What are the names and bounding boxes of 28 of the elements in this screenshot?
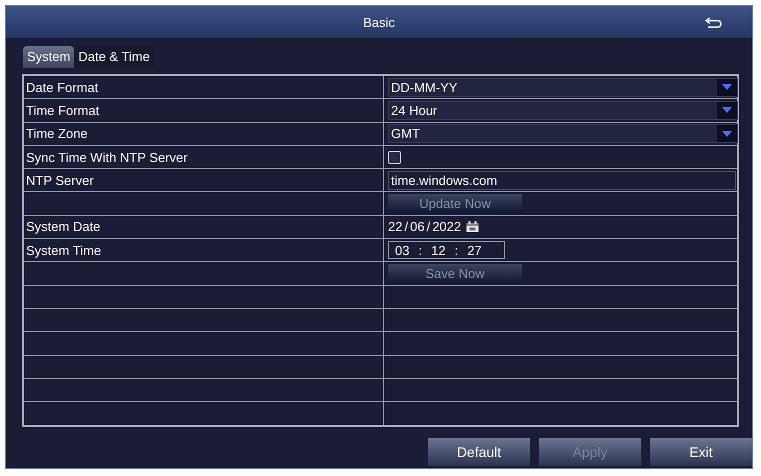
- setting-label: System Date: [26, 219, 100, 234]
- dropdown-arrow-icon: [722, 130, 732, 138]
- window-title: Basic: [363, 14, 395, 30]
- date-field[interactable]: 22: [388, 219, 402, 234]
- calendar-icon[interactable]: [465, 220, 480, 233]
- date-field[interactable]: 2022: [432, 219, 462, 234]
- tab[interactable]: Date & Time: [74, 46, 154, 68]
- setting-label: Sync Time With NTP Server: [26, 150, 188, 165]
- dropdown[interactable]: GMT: [388, 124, 738, 144]
- tab[interactable]: System: [23, 46, 74, 68]
- setting-label: Time Zone: [26, 126, 88, 142]
- back-icon[interactable]: [705, 17, 722, 28]
- dropdown[interactable]: DD-MM-YY: [388, 78, 738, 97]
- input-field[interactable]: time.windows.com: [388, 170, 736, 190]
- dropdown-arrow-icon: [722, 106, 732, 114]
- checkbox[interactable]: [388, 150, 401, 164]
- setting-label: Date Format: [26, 80, 98, 95]
- date-field[interactable]: 06: [410, 219, 425, 234]
- time-field[interactable]: 03 : 12 : 27: [388, 241, 505, 260]
- dropdown[interactable]: 24 Hour: [388, 100, 738, 120]
- footer-button[interactable]: Default: [428, 438, 530, 466]
- setting-label: System Time: [26, 242, 102, 258]
- setting-label: NTP Server: [26, 172, 94, 188]
- dropdown-arrow-icon: [722, 83, 732, 92]
- setting-label: Time Format: [26, 102, 100, 118]
- footer-button[interactable]: Exit: [650, 438, 752, 466]
- date-separator: /: [426, 219, 430, 234]
- date-separator: /: [404, 219, 408, 234]
